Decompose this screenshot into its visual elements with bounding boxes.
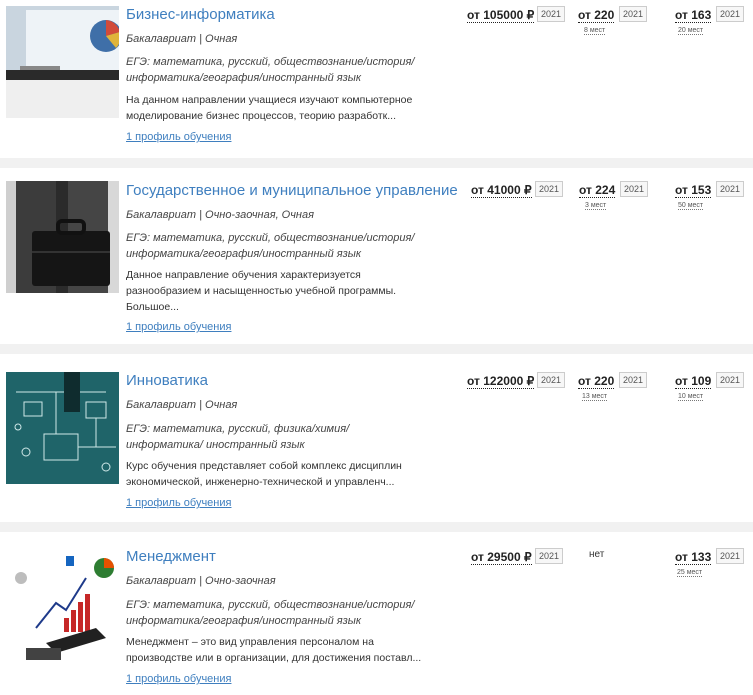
program-profile-link[interactable]: 1 профиль обучения [126, 131, 231, 143]
program-level-form: Бакалавриат | Очно-заочная, Очная [126, 209, 314, 221]
score-paid-value[interactable]: от 133 [675, 550, 712, 565]
program-thumbnail-management[interactable] [6, 548, 119, 660]
program-ege-subjects: ЕГЭ: математика, русский, обществознание… [126, 56, 415, 84]
program-profile-link[interactable]: 1 профиль обучения [126, 321, 231, 333]
score-budget-none: нет [589, 549, 605, 560]
program-description: Курс обучения представляет собой комплек… [126, 460, 402, 488]
program-profile-link[interactable]: 1 профиль обучения [126, 497, 231, 509]
program-card: Бизнес-информатика Бакалавриат | Очная Е… [0, 0, 753, 158]
program-level-form: Бакалавриат | Очно-заочная [126, 575, 276, 587]
program-card: Инноватика Бакалавриат | Очная ЕГЭ: мате… [0, 354, 753, 522]
program-card: Менеджмент Бакалавриат | Очно-заочная ЕГ… [0, 532, 753, 695]
budget-places[interactable]: 13 мест [582, 393, 608, 401]
paid-places[interactable]: 10 мест [678, 393, 704, 401]
program-level-form: Бакалавриат | Очная [126, 399, 238, 411]
program-description: Менеджмент – это вид управления персонал… [126, 636, 422, 664]
price-value[interactable]: от 29500 ₽ [471, 550, 532, 565]
paid-places[interactable]: 50 мест [678, 202, 704, 210]
paid-places[interactable]: 20 мест [678, 27, 704, 35]
score-budget-value[interactable]: от 220 [578, 374, 615, 389]
program-title[interactable]: Менеджмент [126, 548, 216, 565]
score-paid-value[interactable]: от 153 [675, 183, 712, 198]
score-paid-value[interactable]: от 109 [675, 374, 712, 389]
program-ege-subjects: ЕГЭ: математика, русский, обществознание… [126, 232, 415, 260]
program-title[interactable]: Бизнес-информатика [126, 6, 275, 23]
paid-places[interactable]: 25 мест [677, 569, 703, 577]
year-badge: 2021 [716, 548, 745, 564]
budget-places[interactable]: 8 мест [584, 27, 606, 35]
program-card: Государственное и муниципальное управлен… [0, 168, 753, 344]
budget-places[interactable]: 3 мест [585, 202, 607, 210]
year-badge: 2021 [537, 372, 566, 388]
program-thumbnail-innovation[interactable] [6, 372, 119, 484]
year-badge: 2021 [619, 6, 648, 22]
program-ege-subjects: ЕГЭ: математика, русский, физика/химия/и… [126, 423, 350, 451]
price-value[interactable]: от 122000 ₽ [467, 374, 535, 389]
program-thumbnail-briefcase[interactable] [6, 181, 119, 293]
year-badge: 2021 [620, 181, 649, 197]
price-value[interactable]: от 105000 ₽ [467, 8, 535, 23]
card-separator [0, 158, 753, 168]
program-description: На данном направлении учащиеся изучают к… [126, 94, 413, 122]
year-badge: 2021 [535, 181, 564, 197]
card-separator [0, 344, 753, 354]
card-separator [0, 522, 753, 532]
program-level-form: Бакалавриат | Очная [126, 33, 238, 45]
score-paid-value[interactable]: от 163 [675, 8, 712, 23]
year-badge: 2021 [716, 181, 745, 197]
year-badge: 2021 [619, 372, 648, 388]
score-budget-value[interactable]: от 220 [578, 8, 615, 23]
program-title[interactable]: Государственное и муниципальное управлен… [126, 182, 458, 199]
year-badge: 2021 [716, 372, 745, 388]
year-badge: 2021 [535, 548, 564, 564]
score-budget-value[interactable]: от 224 [579, 183, 616, 198]
program-thumbnail-laptop[interactable] [6, 6, 119, 118]
program-title[interactable]: Инноватика [126, 372, 208, 389]
year-badge: 2021 [537, 6, 566, 22]
program-ege-subjects: ЕГЭ: математика, русский, обществознание… [126, 599, 415, 627]
price-value[interactable]: от 41000 ₽ [471, 183, 532, 198]
program-description: Данное направление обучения характеризуе… [126, 269, 397, 313]
year-badge: 2021 [716, 6, 745, 22]
program-profile-link[interactable]: 1 профиль обучения [126, 673, 231, 685]
